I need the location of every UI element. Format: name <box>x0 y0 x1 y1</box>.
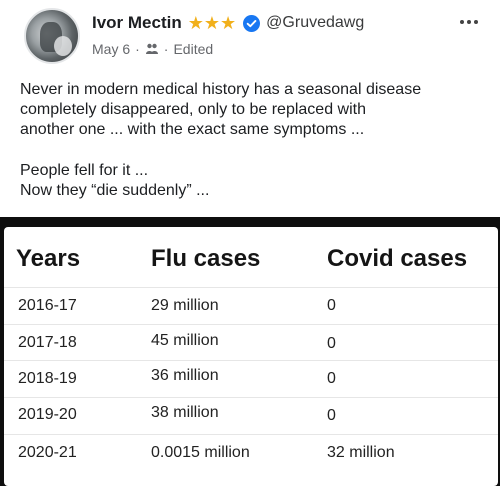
header-years: Years <box>16 245 81 272</box>
post-date[interactable]: May 6 <box>92 41 130 57</box>
table-cell-covid: 0 <box>327 407 336 424</box>
table-cell-flu: 0.0015 million <box>151 444 250 461</box>
meta-separator: · <box>163 41 169 57</box>
author-name[interactable]: Ivor Mectin <box>92 13 182 33</box>
post-text: Never in modern medical history has a se… <box>20 80 490 201</box>
table-cell-year: 2017-18 <box>18 334 77 351</box>
table-cell-year: 2020-21 <box>18 444 77 461</box>
more-dot <box>467 20 471 24</box>
table-cell-year: 2019-20 <box>18 406 77 423</box>
attached-image[interactable]: Years Flu cases Covid cases 2016-17 29 m… <box>0 217 500 486</box>
row-divider <box>4 397 498 398</box>
table-cell-covid: 0 <box>327 297 336 314</box>
post-header: Ivor Mectin ★★★ @Gruvedawg May 6 · · Edi… <box>0 0 500 68</box>
table-cell-flu: 45 million <box>151 332 219 349</box>
row-divider <box>4 360 498 361</box>
avatar[interactable] <box>24 8 80 64</box>
meta-separator: · <box>135 41 140 57</box>
table-cell-covid: 0 <box>327 335 336 352</box>
post-meta: May 6 · · Edited <box>92 40 213 58</box>
row-divider <box>4 434 498 435</box>
post-text-line: another one ... with the exact same symp… <box>20 121 365 138</box>
cases-table: Years Flu cases Covid cases 2016-17 29 m… <box>4 227 498 486</box>
star-rating-icon: ★★★ <box>187 13 237 33</box>
author-handle[interactable]: @Gruvedawg <box>266 14 364 32</box>
post-text-line: People fell for it ... <box>20 162 149 179</box>
table-cell-flu: 38 million <box>151 404 219 421</box>
table-cell-covid: 32 million <box>327 444 395 461</box>
header-covid-cases: Covid cases <box>327 245 468 272</box>
name-row: Ivor Mectin ★★★ @Gruvedawg <box>92 12 364 34</box>
avatar-highlight <box>54 36 72 56</box>
header-flu-cases: Flu cases <box>151 245 261 272</box>
row-divider <box>4 324 498 325</box>
post-text-line: completely disappeared, only to be repla… <box>20 101 366 118</box>
table-cell-covid: 0 <box>327 370 336 387</box>
edited-label[interactable]: Edited <box>173 41 213 57</box>
table-cell-year: 2016-17 <box>18 297 77 314</box>
more-options-icon[interactable] <box>454 12 484 32</box>
more-dot <box>460 20 464 24</box>
verified-badge-icon <box>243 14 261 32</box>
more-dot <box>474 20 478 24</box>
table-cell-flu: 36 million <box>151 367 219 384</box>
post-text-line: Never in modern medical history has a se… <box>20 81 422 98</box>
row-divider <box>4 287 498 288</box>
post-text-line: Now they “die suddenly” ... <box>20 182 210 199</box>
table-cell-year: 2018-19 <box>18 370 77 387</box>
table-cell-flu: 29 million <box>151 297 219 314</box>
audience-icon[interactable] <box>145 42 159 56</box>
